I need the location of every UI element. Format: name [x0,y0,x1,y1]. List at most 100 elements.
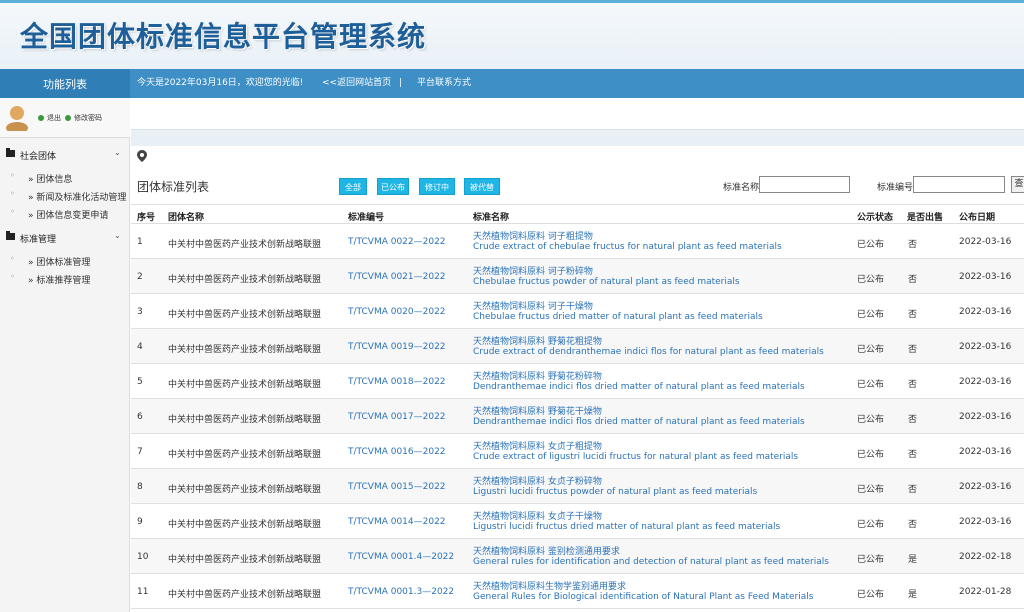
publish-status: 已公布 [857,590,885,600]
standard-name-cn-link[interactable]: 天然植物饲料原料生物学鉴别通用要求 [473,579,626,592]
bullet-icon: ◦ [10,272,15,281]
publish-status: 已公布 [857,555,885,565]
search-button[interactable]: 查 [1011,176,1024,193]
standard-name-en-link[interactable]: Chebulae fructus dried matter of natural… [473,312,763,322]
row-number: 9 [137,517,143,527]
row-number: 5 [137,377,143,387]
table-row: 3 中关村中兽医药产业技术创新战略联盟 T/TCVMA 0020—2022 天然植物饲… [131,294,1024,329]
publish-date: 2022-03-16 [959,377,1012,387]
standard-name-cn-link[interactable]: 天然植物饲料原料 女贞子粗提物 [473,439,602,452]
standard-code-link[interactable]: T/TCVMA 0001.3—2022 [348,587,454,597]
for-sale-flag: 否 [908,520,918,530]
standard-code-link[interactable]: T/TCVMA 0015—2022 [348,482,446,492]
table-row: 9 中关村中兽医药产业技术创新战略联盟 T/TCVMA 0014—2022 天然植物饲… [131,504,1024,539]
standard-name-en-link[interactable]: Ligustri lucidi fructus powder of natura… [473,487,757,497]
publish-date: 2022-03-16 [959,237,1012,247]
standard-name-cn-link[interactable]: 天然植物饲料原料 女贞子粉碎物 [473,474,602,487]
standard-code-link[interactable]: T/TCVMA 0016—2022 [348,447,446,457]
standard-name-cn-link[interactable]: 天然植物饲料原料 诃子干燥物 [473,299,593,312]
sidebar-item-recommend-management[interactable]: ◦ » 标准推荐管理 [0,269,130,287]
for-sale-flag: 否 [908,310,918,320]
for-sale-flag: 否 [908,485,918,495]
standard-code-link[interactable]: T/TCVMA 0021—2022 [348,272,446,282]
standard-name-en-link[interactable]: General rules for identification and det… [473,557,829,567]
publish-date: 2022-03-16 [959,272,1012,282]
contact-link[interactable]: 平台联系方式 [417,69,471,98]
table-row: 6 中关村中兽医药产业技术创新战略联盟 T/TCVMA 0017—2022 天然植物饲… [131,399,1024,434]
publish-status: 已公布 [857,415,885,425]
row-number: 2 [137,272,143,282]
search-name-label: 标准名称 [723,183,760,193]
org-name: 中关村中兽医药产业技术创新战略联盟 [168,380,322,390]
chevron-down-icon: ⌄ [114,231,121,240]
publish-date: 2022-03-16 [959,517,1012,527]
standard-name-cn-link[interactable]: 天然植物饲料原料 野菊花粉碎物 [473,369,602,382]
filter-all-button[interactable]: 全部 [339,178,367,195]
filter-published-button[interactable]: 已公布 [377,178,409,195]
table-header: 序号 团体名称 标准编号 标准名称 公示状态 是否出售 公布日期 [131,204,1024,224]
site-title: 全国团体标准信息平台管理系统 [20,20,427,53]
standard-name-cn-link[interactable]: 天然植物饲料原料 鉴别检测通用要求 [473,544,620,557]
publish-date: 2022-03-16 [959,447,1012,457]
sidebar: 退出 修改密码 社会团体 ⌄ ◦ » 团体信息 ◦ » 新闻及标准化活动管理 ◦… [0,98,130,612]
table-row: 5 中关村中兽医药产业技术创新战略联盟 T/TCVMA 0018—2022 天然植物饲… [131,364,1024,399]
filter-revising-button[interactable]: 修订中 [419,178,455,195]
standard-code-link[interactable]: T/TCVMA 0018—2022 [348,377,446,387]
for-sale-flag: 否 [908,380,918,390]
sidebar-item-info-change[interactable]: ◦ » 团体信息变更申请 [0,204,130,222]
standard-name-en-link[interactable]: Dendranthemae indici flos dried matter o… [473,417,805,427]
content-top-bar [131,98,1024,130]
standard-name-cn-link[interactable]: 天然植物饲料原料 诃子粉碎物 [473,264,593,277]
change-password-link[interactable]: 修改密码 [65,113,102,123]
standard-name-cn-link[interactable]: 天然植物饲料原料 诃子粗提物 [473,229,593,242]
bullet-icon: ◦ [10,254,15,263]
standard-code-link[interactable]: T/TCVMA 0019—2022 [348,342,446,352]
back-to-home-link[interactable]: <<返回网站首页 [322,69,391,98]
standard-name-en-link[interactable]: Crude extract of chebulae fructus for na… [473,242,782,252]
for-sale-flag: 否 [908,345,918,355]
row-number: 3 [137,307,143,317]
search-name-input[interactable] [759,176,850,193]
sidebar-item-news-management[interactable]: ◦ » 新闻及标准化活动管理 [0,186,130,204]
standard-name-en-link[interactable]: Chebulae fructus powder of natural plant… [473,277,740,287]
logout-link[interactable]: 退出 [38,113,61,123]
bullet-icon: ◦ [10,207,15,216]
menu-section-standard-management[interactable]: 标准管理 ⌄ [0,227,130,247]
for-sale-flag: 否 [908,415,918,425]
standard-name-en-link[interactable]: Ligustri lucidi fructus dried matter of … [473,522,780,532]
bullet-icon: ◦ [10,171,15,180]
org-name: 中关村中兽医药产业技术创新战略联盟 [168,555,322,565]
standard-name-cn-link[interactable]: 天然植物饲料原料 野菊花粗提物 [473,334,602,347]
for-sale-flag: 是 [908,555,918,565]
sidebar-item-group-info[interactable]: ◦ » 团体信息 [0,168,130,186]
standard-name-cn-link[interactable]: 天然植物饲料原料 女贞子干燥物 [473,509,602,522]
bullet-icon: ◦ [10,189,15,198]
main-content: 团体标准列表 全部 已公布 修订中 被代替 标准名称 标准编号 查 序号 团体名… [131,98,1024,612]
search-code-input[interactable] [913,176,1005,193]
standard-code-link[interactable]: T/TCVMA 0001.4—2022 [348,552,454,562]
row-number: 6 [137,412,143,422]
standard-name-cn-link[interactable]: 天然植物饲料原料 野菊花干燥物 [473,404,602,417]
org-name: 中关村中兽医药产业技术创新战略联盟 [168,520,322,530]
publish-date: 2022-03-16 [959,342,1012,352]
standard-name-en-link[interactable]: Crude extract of ligustri lucidi fructus… [473,452,798,462]
standard-code-link[interactable]: T/TCVMA 0022—2022 [348,237,446,247]
standard-code-link[interactable]: T/TCVMA 0014—2022 [348,517,446,527]
publish-date: 2022-03-16 [959,482,1012,492]
for-sale-flag: 否 [908,240,918,250]
table-row: 1 中关村中兽医药产业技术创新战略联盟 T/TCVMA 0022—2022 天然植物饲… [131,224,1024,259]
standard-name-en-link[interactable]: General Rules for Biological identificat… [473,592,813,602]
standard-name-en-link[interactable]: Crude extract of dendranthemae indici fl… [473,347,824,357]
table-row: 2 中关村中兽医药产业技术创新战略联盟 T/TCVMA 0021—2022 天然植物饲… [131,259,1024,294]
column-header: 公布日期 [959,213,996,223]
standard-code-link[interactable]: T/TCVMA 0017—2022 [348,412,446,422]
standard-code-link[interactable]: T/TCVMA 0020—2022 [348,307,446,317]
sidebar-item-standard-management[interactable]: ◦ » 团体标准管理 [0,251,130,269]
org-name: 中关村中兽医药产业技术创新战略联盟 [168,345,322,355]
menu-section-social-group[interactable]: 社会团体 ⌄ [0,144,130,164]
table-row: 7 中关村中兽医药产业技术创新战略联盟 T/TCVMA 0016—2022 天然植物饲… [131,434,1024,469]
publish-date: 2022-01-28 [959,587,1012,597]
filter-replaced-button[interactable]: 被代替 [464,178,500,195]
chevron-down-icon: ⌄ [114,148,121,157]
standard-name-en-link[interactable]: Dendranthemae indici flos dried matter o… [473,382,805,392]
